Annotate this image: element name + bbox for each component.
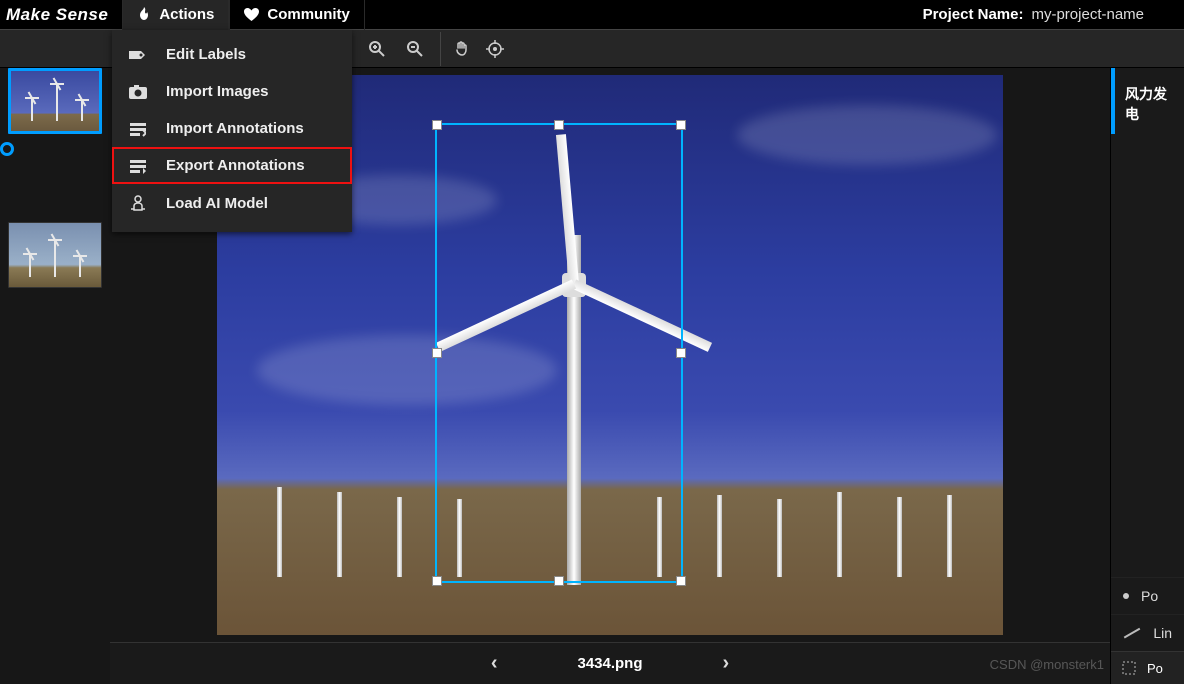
tag-icon [128, 48, 148, 62]
heart-icon [244, 8, 259, 22]
zoom-in-icon[interactable] [360, 32, 394, 66]
right-sidebar: Re 风力发电 Po Lin Po [1110, 30, 1184, 684]
prev-image-button[interactable]: ‹ [491, 652, 498, 675]
menu-load-ai-model-label: Load AI Model [166, 195, 268, 212]
hand-icon[interactable] [440, 32, 474, 66]
menu-edit-labels[interactable]: Edit Labels [112, 36, 352, 73]
menu-import-images[interactable]: Import Images [112, 73, 352, 110]
next-image-button[interactable]: › [723, 652, 730, 675]
tool-polygon-label: Po [1147, 661, 1163, 676]
actions-dropdown: Edit Labels Import Images Import Annotat… [112, 30, 352, 232]
bbox-handle-mr[interactable] [676, 348, 686, 358]
tool-polygon[interactable]: Po [1111, 651, 1184, 684]
current-filename: 3434.png [577, 655, 642, 672]
menu-edit-labels-label: Edit Labels [166, 46, 246, 63]
crosshair-icon[interactable] [478, 32, 512, 66]
menu-actions[interactable]: Actions [122, 0, 229, 30]
menu-import-annotations[interactable]: Import Annotations [112, 110, 352, 147]
bottom-bar: ‹ 3434.png › [110, 642, 1110, 684]
zoom-out-icon[interactable] [398, 32, 432, 66]
watermark: CSDN @monsterk1 [990, 657, 1104, 672]
menu-load-ai-model[interactable]: Load AI Model [112, 184, 352, 222]
label-item[interactable]: 风力发电 [1111, 74, 1184, 134]
menu-community-label: Community [267, 6, 350, 23]
bbox-handle-tr[interactable] [676, 120, 686, 130]
tool-point[interactable]: Po [1111, 577, 1184, 614]
polygon-icon [1121, 660, 1137, 676]
fire-icon [137, 7, 151, 23]
line-icon [1124, 628, 1141, 639]
label-item-text: 风力发电 [1125, 84, 1174, 124]
tool-point-label: Po [1141, 588, 1158, 604]
bbox-handle-tm[interactable] [554, 120, 564, 130]
menu-export-annotations-label: Export Annotations [166, 157, 305, 174]
project-name-label: Project Name: [923, 6, 1032, 23]
camera-icon [128, 85, 148, 99]
scroll-indicator [0, 142, 14, 156]
menu-community[interactable]: Community [229, 0, 365, 30]
app-brand: Make Sense [0, 5, 122, 25]
bbox-handle-br[interactable] [676, 576, 686, 586]
right-tools: Po Lin Po [1111, 577, 1184, 684]
tool-line-label: Lin [1153, 625, 1172, 641]
bbox-handle-tl[interactable] [432, 120, 442, 130]
tool-line[interactable]: Lin [1111, 614, 1184, 651]
ai-icon [128, 194, 148, 212]
thumbnail-1[interactable] [8, 68, 102, 134]
point-icon [1123, 593, 1129, 599]
menu-export-annotations[interactable]: Export Annotations [112, 147, 352, 184]
thumbnail-column [0, 68, 110, 642]
menu-actions-label: Actions [159, 6, 214, 23]
bounding-box[interactable] [435, 123, 683, 583]
project-name-value: my-project-name [1031, 6, 1184, 23]
menu-import-annotations-label: Import Annotations [166, 120, 304, 137]
bbox-handle-bm[interactable] [554, 576, 564, 586]
thumbnail-2[interactable] [8, 222, 102, 288]
bbox-handle-ml[interactable] [432, 348, 442, 358]
export-icon [128, 158, 148, 174]
import-icon [128, 121, 148, 137]
menu-import-images-label: Import Images [166, 83, 269, 100]
top-bar: Make Sense Actions Community Project Nam… [0, 0, 1184, 30]
bbox-handle-bl[interactable] [432, 576, 442, 586]
